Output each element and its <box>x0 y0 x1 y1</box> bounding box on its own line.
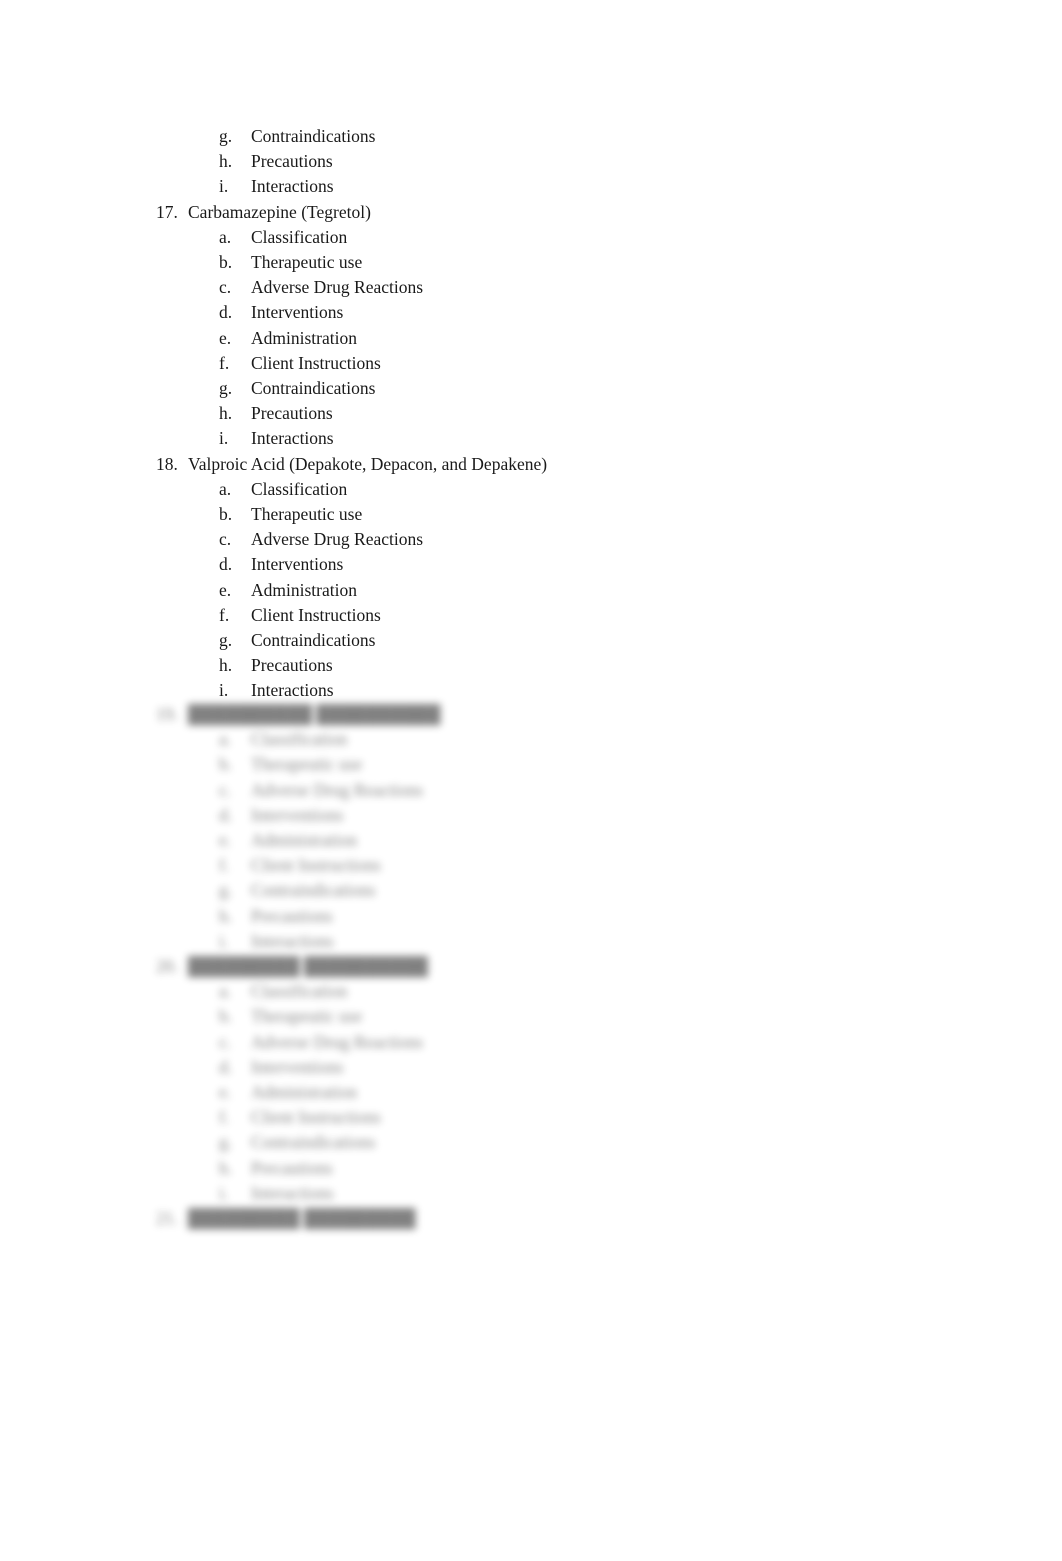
subitem-marker: i. <box>219 930 229 951</box>
subitem-marker: i. <box>219 428 229 449</box>
subitem-marker: h. <box>219 655 233 676</box>
subitem-label: Therapeutic use <box>251 1006 363 1027</box>
subitem-label: Precautions <box>251 905 333 926</box>
subitem-label: Interventions <box>251 554 344 575</box>
subitem-marker: f. <box>219 352 230 373</box>
subitem-label: Contraindications <box>251 378 376 398</box>
subitem-label: Adverse Drug Reactions <box>251 1031 424 1052</box>
section-title: Carbamazepine (Tegretol) <box>188 201 371 222</box>
subitem-marker: f. <box>219 855 230 876</box>
subitem-marker: g. <box>219 630 233 650</box>
subitem-marker: c. <box>219 529 232 550</box>
subitem-label: Contraindications <box>251 630 376 650</box>
subitem-marker: c. <box>219 1031 232 1052</box>
subitem-marker: g. <box>219 1132 233 1153</box>
subitem-label: Adverse Drug Reactions <box>251 529 424 550</box>
subitem-label: Therapeutic use <box>251 504 363 524</box>
subitem-marker: b. <box>219 754 233 775</box>
subitem-label: Classification <box>251 981 348 1002</box>
subitem-label: Administration <box>251 1082 357 1102</box>
section-title: █████████ ██████████ <box>188 956 428 976</box>
subitem-marker: e. <box>219 327 232 348</box>
subitem-label: Client Instructions <box>251 855 381 876</box>
subitem-label: Contraindications <box>251 880 376 901</box>
subitem-label: Interactions <box>251 930 334 951</box>
subitem-marker: d. <box>219 1056 233 1077</box>
subitem-marker: g. <box>219 126 233 146</box>
subitem-marker: g. <box>219 378 233 398</box>
subitem-label: Interactions <box>251 1182 334 1203</box>
subitem-label: Precautions <box>251 403 333 424</box>
section-title: █████████ █████████ <box>188 1208 416 1228</box>
subitem-label: Interventions <box>251 302 344 323</box>
subitem-label: Therapeutic use <box>251 252 363 272</box>
subitem-marker: i. <box>219 680 229 701</box>
subitem-label: Classification <box>251 226 348 247</box>
subitem-marker: h. <box>219 151 233 172</box>
blurred-preview-region: 19. ██████████ ██████████ a. Classification… <box>0 700 1062 1240</box>
subitem-label: Therapeutic use <box>251 754 363 775</box>
section-title: ██████████ ██████████ <box>188 704 441 724</box>
subitem-marker: h. <box>219 905 233 926</box>
subitem-marker: b. <box>219 504 233 524</box>
subitem-marker: a. <box>219 478 232 499</box>
subitem-label: Administration <box>251 579 357 600</box>
subitem-marker: i. <box>219 176 229 197</box>
subitem-marker: c. <box>219 779 232 800</box>
subitem-label: Adverse Drug Reactions <box>251 277 424 298</box>
section-number: 18. <box>156 453 178 474</box>
subitem-marker: h. <box>219 403 233 424</box>
subitem-label: Interventions <box>251 804 344 825</box>
subitem-label: Interventions <box>251 1056 344 1077</box>
subitem-marker: d. <box>219 302 233 323</box>
subitem-marker: b. <box>219 252 233 272</box>
subitem-label: Classification <box>251 729 348 750</box>
subitem-label: Interactions <box>251 680 334 701</box>
subitem-label: Contraindications <box>251 1132 376 1153</box>
subitem-label: Adverse Drug Reactions <box>251 779 424 800</box>
subitem-label: Interactions <box>251 428 334 449</box>
document-page: g. Contraindications h. Precautions i. Intera… <box>0 0 1062 1561</box>
subitem-marker: i. <box>219 1182 229 1203</box>
subitem-label: Precautions <box>251 1157 333 1178</box>
subitem-label: Client Instructions <box>251 352 381 373</box>
subitem-marker: e. <box>219 579 232 600</box>
subitem-label: Client Instructions <box>251 604 381 625</box>
subitem-marker: a. <box>219 981 232 1002</box>
subitem-label: Client Instructions <box>251 1107 381 1128</box>
subitem-label: Precautions <box>251 151 333 172</box>
subitem-marker: d. <box>219 554 233 575</box>
subitem-marker: e. <box>219 1082 232 1102</box>
subitem-marker: a. <box>219 226 232 247</box>
subitem-label: Interactions <box>251 176 334 197</box>
subitem-label: Precautions <box>251 655 333 676</box>
subitem-marker: d. <box>219 804 233 825</box>
subitem-marker: e. <box>219 830 232 850</box>
subitem-marker: b. <box>219 1006 233 1027</box>
section-number: 17. <box>156 201 178 222</box>
section-number: 20. <box>156 956 178 976</box>
subitem-label: Classification <box>251 478 348 499</box>
subitem-label: Administration <box>251 830 357 850</box>
subitem-marker: g. <box>219 880 233 901</box>
section-number: 19. <box>156 704 178 724</box>
section-number: 21. <box>156 1208 178 1228</box>
subitem-label: Administration <box>251 327 357 348</box>
subitem-marker: c. <box>219 277 232 298</box>
subitem-marker: h. <box>219 1157 233 1178</box>
subitem-marker: f. <box>219 604 230 625</box>
subitem-marker: a. <box>219 729 232 750</box>
section-title: Valproic Acid (Depakote, Depacon, and De… <box>188 453 548 474</box>
subitem-label: Contraindications <box>251 126 376 146</box>
subitem-marker: f. <box>219 1107 230 1128</box>
